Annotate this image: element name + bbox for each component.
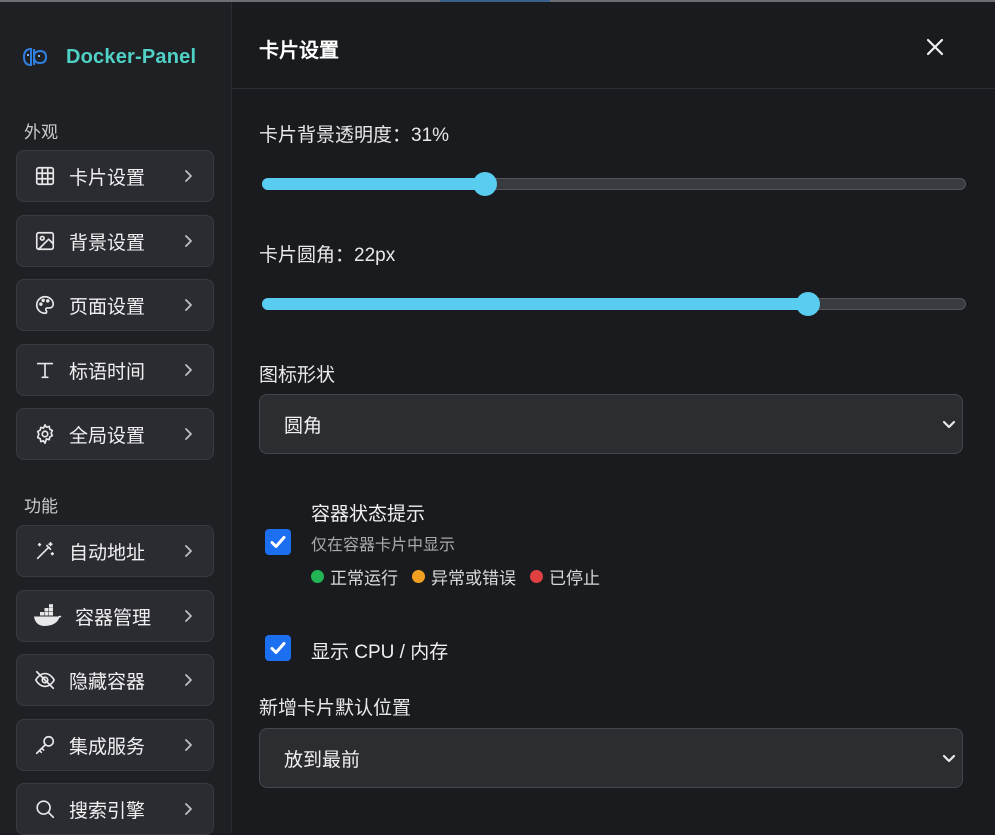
- icon-shape-select[interactable]: 圆角: [259, 394, 963, 454]
- sidebar-item-label: 容器管理: [75, 607, 152, 629]
- settings-panel: 卡片设置 卡片背景透明度：31% 卡片圆角：22px 图标形状 圆角 容器状态提…: [232, 2, 995, 833]
- sidebar-item-label: 自动地址: [69, 542, 146, 564]
- magic-wand-icon: [33, 539, 57, 563]
- sidebar-item-auto-address[interactable]: 自动地址: [16, 525, 214, 577]
- show-cpu-checkbox[interactable]: [265, 635, 291, 661]
- app-title: Docker-Panel: [66, 45, 197, 68]
- chevron-right-icon: [181, 738, 195, 752]
- sidebar-item-container-management[interactable]: 容器管理: [16, 590, 214, 642]
- sidebar-item-background-settings[interactable]: 背景设置: [16, 215, 214, 267]
- slider-thumb[interactable]: [796, 292, 821, 316]
- slider-fill: [262, 178, 485, 190]
- sidebar-item-label: 全局设置: [69, 425, 146, 447]
- chevron-right-icon: [181, 234, 195, 248]
- section-label-features: 功能: [24, 497, 58, 516]
- sidebar-item-label: 卡片设置: [69, 167, 146, 189]
- docker-panel-logo-icon: [22, 47, 48, 67]
- new-card-position-label: 新增卡片默认位置: [259, 698, 412, 719]
- gear-icon: [33, 422, 57, 446]
- panel-header: 卡片设置: [232, 2, 995, 89]
- grid-icon: [33, 164, 57, 188]
- legend-running: 正常运行: [311, 564, 398, 589]
- show-cpu-label: 显示 CPU / 内存: [311, 642, 449, 663]
- close-icon: [926, 38, 944, 56]
- chevron-right-icon: [181, 673, 195, 687]
- sidebar-item-label: 集成服务: [69, 736, 146, 758]
- icon-shape-label: 图标形状: [259, 365, 336, 386]
- sidebar: Docker-Panel 外观 卡片设置 背景设置 页面设置 标语时间 全局设置…: [0, 2, 232, 835]
- search-icon: [33, 797, 57, 821]
- chevron-right-icon: [181, 298, 195, 312]
- status-legend: 正常运行 异常或错误 已停止: [311, 564, 614, 589]
- sidebar-item-label: 搜索引擎: [69, 800, 146, 822]
- sidebar-item-page-settings[interactable]: 页面设置: [16, 279, 214, 331]
- sidebar-item-global-settings[interactable]: 全局设置: [16, 408, 214, 460]
- image-icon: [33, 229, 57, 253]
- sidebar-item-hidden-containers[interactable]: 隐藏容器: [16, 654, 214, 706]
- panel-title: 卡片设置: [259, 40, 339, 62]
- close-button[interactable]: [922, 34, 948, 60]
- sidebar-item-integrations[interactable]: 集成服务: [16, 719, 214, 771]
- key-icon: [33, 733, 57, 757]
- radius-slider[interactable]: [262, 289, 966, 317]
- legend-stopped: 已停止: [530, 564, 600, 589]
- opacity-label: 卡片背景透明度：31%: [259, 125, 450, 146]
- chevron-right-icon: [181, 363, 195, 377]
- slider-thumb[interactable]: [472, 172, 497, 196]
- status-dot-orange: [412, 570, 425, 583]
- sidebar-item-label: 页面设置: [69, 296, 146, 318]
- new-card-position-value: 放到最前: [284, 749, 361, 771]
- eye-off-icon: [33, 668, 57, 692]
- status-hint-title: 容器状态提示: [311, 504, 426, 525]
- sidebar-item-label: 背景设置: [69, 232, 146, 254]
- slider-fill: [262, 298, 809, 310]
- status-dot-red: [530, 570, 543, 583]
- sidebar-item-label: 标语时间: [69, 361, 146, 383]
- type-icon: [33, 358, 57, 382]
- status-dot-green: [311, 570, 324, 583]
- palette-icon: [33, 293, 57, 317]
- chevron-right-icon: [181, 544, 195, 558]
- chevron-right-icon: [181, 169, 195, 183]
- sidebar-item-label: 隐藏容器: [69, 671, 146, 693]
- checkmark-icon: [270, 536, 286, 548]
- checkmark-icon: [270, 642, 286, 654]
- status-hint-checkbox[interactable]: [265, 529, 291, 555]
- chevron-down-icon: [942, 417, 956, 431]
- legend-label: 异常或错误: [431, 569, 516, 588]
- sidebar-item-search-engine[interactable]: 搜索引擎: [16, 783, 214, 835]
- chevron-right-icon: [181, 802, 195, 816]
- app-logo: Docker-Panel: [22, 42, 196, 72]
- legend-error: 异常或错误: [412, 564, 516, 589]
- docker-whale-icon: [33, 604, 63, 628]
- opacity-slider[interactable]: [262, 169, 966, 197]
- new-card-position-select[interactable]: 放到最前: [259, 728, 963, 788]
- sidebar-item-card-settings[interactable]: 卡片设置: [16, 150, 214, 202]
- section-label-appearance: 外观: [24, 123, 58, 142]
- sidebar-item-slogan-time[interactable]: 标语时间: [16, 344, 214, 396]
- icon-shape-value: 圆角: [284, 415, 323, 437]
- chevron-right-icon: [181, 609, 195, 623]
- chevron-right-icon: [181, 427, 195, 441]
- chevron-down-icon: [942, 751, 956, 765]
- status-hint-subtitle: 仅在容器卡片中显示: [311, 537, 456, 554]
- legend-label: 已停止: [549, 569, 600, 588]
- radius-label: 卡片圆角：22px: [259, 245, 396, 266]
- legend-label: 正常运行: [330, 569, 398, 588]
